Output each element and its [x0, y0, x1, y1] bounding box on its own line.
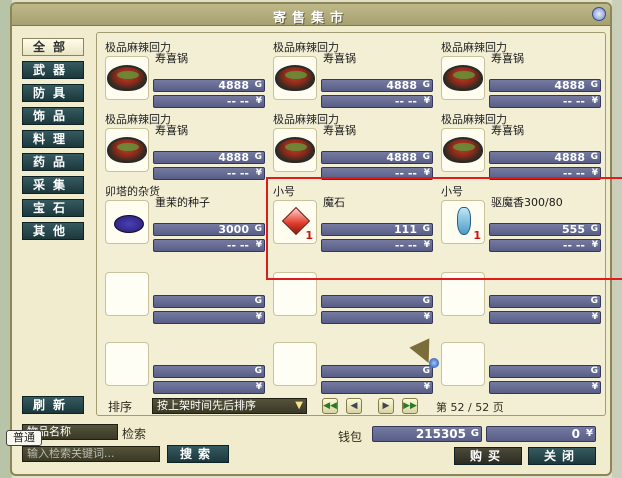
item-name: 重茉的种子 [155, 196, 210, 209]
gold-price: G [153, 365, 265, 378]
item-thumb[interactable] [273, 128, 317, 172]
category-armor[interactable]: 防具 [22, 84, 84, 102]
category-cuisine[interactable]: 料理 [22, 130, 84, 148]
empty-slot[interactable]: G ¥ [269, 325, 435, 397]
item-name: 寿喜锅 [155, 124, 188, 137]
prev-page-icon[interactable]: ◀ [346, 398, 362, 414]
gold-price: 4888 G [153, 79, 265, 92]
yuan-price: ¥ [321, 381, 433, 394]
category-all[interactable]: 全部 [22, 38, 84, 56]
mode-tag[interactable]: 普通 [6, 430, 42, 446]
gold-price: G [489, 365, 601, 378]
wallet-label: 钱包 [338, 430, 363, 444]
search-label: 检索 [122, 427, 147, 441]
listing-item[interactable]: 极品麻辣回力 寿喜锅 4888 G -- -- ¥ [437, 39, 603, 111]
gold-price: G [321, 365, 433, 378]
sukiyaki-pot-icon [107, 65, 147, 91]
yuan-price: ¥ [153, 381, 265, 394]
first-page-icon[interactable]: ◀◀ [322, 398, 338, 414]
category-accessories[interactable]: 饰品 [22, 107, 84, 125]
gold-price: 3000 G [153, 223, 265, 236]
item-thumb[interactable] [105, 200, 149, 244]
highlight-box [266, 177, 622, 280]
listing-item[interactable]: 极品麻辣回力 寿喜锅 4888 G -- -- ¥ [269, 111, 435, 183]
close-button[interactable]: 关闭 [528, 447, 596, 465]
sort-label: 排序 [108, 400, 133, 414]
listing-item[interactable]: 极品麻辣回力 寿喜锅 4888 G -- -- ¥ [269, 39, 435, 111]
yuan-price: -- -- ¥ [153, 167, 265, 180]
page-indicator: 第 52 / 52 页 [436, 401, 504, 414]
listing-item[interactable]: 极品麻辣回力 寿喜锅 4888 G -- -- ¥ [101, 39, 267, 111]
category-weapons[interactable]: 武器 [22, 61, 84, 79]
gold-price: 4888 G [321, 79, 433, 92]
search-button[interactable]: 搜索 [167, 445, 229, 463]
item-thumb[interactable] [105, 128, 149, 172]
title-bar[interactable]: 寄售集市 [12, 4, 610, 26]
item-thumb[interactable] [105, 272, 149, 316]
wallet-gold: 215305 G [372, 426, 482, 442]
yuan-price: ¥ [321, 311, 433, 324]
gold-price: G [321, 295, 433, 308]
chevron-down-icon: ▼ [295, 400, 303, 411]
listing-item[interactable]: 卯塔的杂货 重茉的种子 3000 G -- -- ¥ [101, 183, 267, 255]
yuan-price: -- -- ¥ [153, 239, 265, 252]
item-thumb[interactable] [105, 56, 149, 100]
yuan-price: -- -- ¥ [321, 95, 433, 108]
sort-select[interactable]: 按上架时间先后排序 ▼ [152, 398, 307, 414]
item-name: 寿喜锅 [491, 124, 524, 137]
seeds-icon [114, 215, 144, 233]
yuan-price: -- -- ¥ [153, 95, 265, 108]
refresh-button[interactable]: 刷新 [22, 396, 84, 414]
sukiyaki-pot-icon [275, 65, 315, 91]
item-thumb[interactable] [441, 56, 485, 100]
buy-button[interactable]: 购买 [454, 447, 522, 465]
item-thumb[interactable] [273, 56, 317, 100]
item-thumb[interactable] [273, 342, 317, 386]
gold-price: 4888 G [489, 79, 601, 92]
category-other[interactable]: 其他 [22, 222, 84, 240]
sukiyaki-pot-icon [443, 137, 483, 163]
listing-item[interactable]: 极品麻辣回力 寿喜锅 4888 G -- -- ¥ [101, 111, 267, 183]
yuan-price: ¥ [489, 381, 601, 394]
gold-price: G [489, 295, 601, 308]
search-input[interactable]: 输入检索关键词... [22, 446, 160, 462]
empty-slot[interactable]: G ¥ [437, 325, 603, 397]
window-title: 寄售集市 [272, 11, 349, 26]
empty-slot[interactable]: G ¥ [101, 325, 267, 397]
yuan-price: ¥ [489, 311, 601, 324]
last-page-icon[interactable]: ▶▶ [402, 398, 418, 414]
gold-price: 4888 G [489, 151, 601, 164]
item-name: 寿喜锅 [491, 52, 524, 65]
yuan-price: -- -- ¥ [489, 95, 601, 108]
close-orb-icon[interactable] [592, 7, 606, 21]
category-gems[interactable]: 宝石 [22, 199, 84, 217]
item-name: 寿喜锅 [155, 52, 188, 65]
gold-price: 4888 G [321, 151, 433, 164]
cursor-orb-icon [429, 358, 439, 368]
category-medicine[interactable]: 药品 [22, 153, 84, 171]
item-thumb[interactable] [441, 342, 485, 386]
listing-item[interactable]: 极品麻辣回力 寿喜锅 4888 G -- -- ¥ [437, 111, 603, 183]
item-name: 寿喜锅 [323, 52, 356, 65]
sukiyaki-pot-icon [107, 137, 147, 163]
seller-name: 卯塔的杂货 [105, 185, 160, 198]
category-gathering[interactable]: 采集 [22, 176, 84, 194]
sukiyaki-pot-icon [275, 137, 315, 163]
sukiyaki-pot-icon [443, 65, 483, 91]
empty-slot[interactable]: G ¥ [101, 255, 267, 327]
gold-price: 4888 G [153, 151, 265, 164]
yuan-price: ¥ [153, 311, 265, 324]
consignment-market-window: 寄售集市 全部 武器 防具 饰品 料理 药品 采集 宝石 其他 刷新 极品麻辣回… [10, 2, 622, 476]
next-page-icon[interactable]: ▶ [378, 398, 394, 414]
wallet-yuan: 0 ¥ [486, 426, 596, 442]
item-name: 寿喜锅 [323, 124, 356, 137]
item-thumb[interactable] [441, 128, 485, 172]
gold-price: G [153, 295, 265, 308]
item-thumb[interactable] [105, 342, 149, 386]
